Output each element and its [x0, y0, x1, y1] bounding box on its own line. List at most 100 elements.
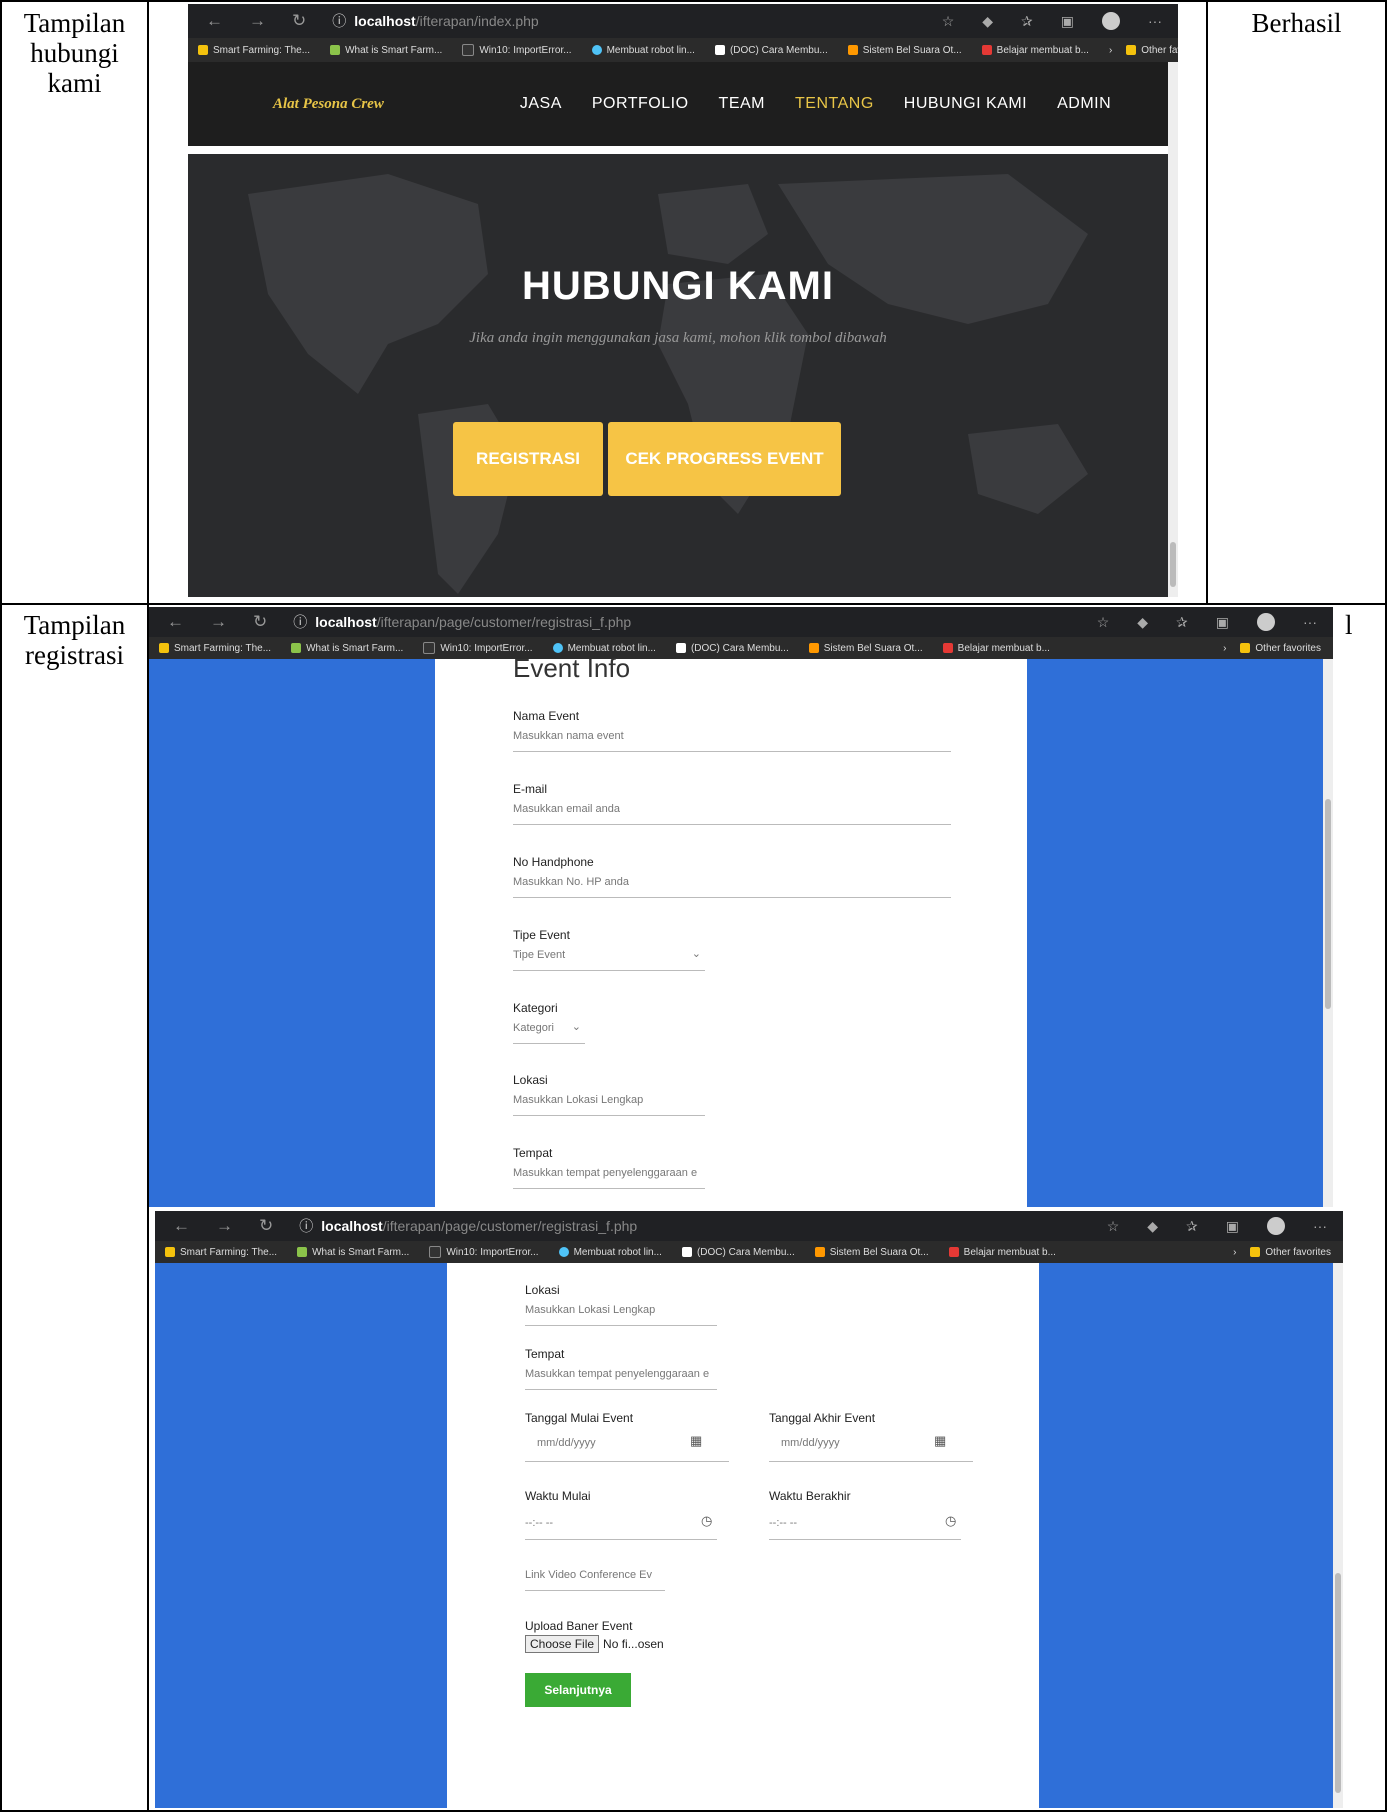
scrollbar-thumb[interactable] — [1170, 542, 1176, 587]
link-video-conference-input[interactable]: Link Video Conference Ev — [525, 1569, 665, 1591]
bookmark-item[interactable]: (DOC) Cara Membu... — [681, 1247, 795, 1258]
chevron-right-icon[interactable]: › — [1233, 1247, 1236, 1258]
bookmark-item[interactable]: Sistem Bel Suara Ot... — [808, 643, 923, 654]
waktu-berakhir-label: Waktu Berakhir — [769, 1489, 851, 1503]
bookmark-item[interactable]: Win10: ImportError... — [462, 44, 572, 56]
back-icon[interactable]: ← — [167, 612, 184, 632]
bookmark-item[interactable]: (DOC) Cara Membu... — [675, 643, 789, 654]
back-icon[interactable]: ← — [173, 1216, 190, 1236]
bookmark-item[interactable]: Membuat robot lin... — [558, 1247, 662, 1258]
menu-admin[interactable]: ADMIN — [1057, 95, 1111, 113]
tipe-event-select[interactable]: Tipe Event ⌄ — [513, 948, 705, 971]
browser-toolbar: ← → ↻ ⓘ localhost/ifterapan/page/custome… — [155, 1211, 1343, 1241]
form-title: Event Info — [513, 653, 631, 683]
scrollbar-thumb[interactable] — [1335, 1573, 1341, 1793]
refresh-icon[interactable]: ↻ — [253, 612, 267, 632]
page-scrollbar[interactable] — [1333, 1263, 1343, 1808]
no-handphone-input[interactable]: Masukkan No. HP anda — [513, 876, 951, 898]
collections-icon[interactable]: ▣ — [1216, 614, 1229, 631]
favorites-icon[interactable]: ✰ — [1176, 614, 1188, 631]
chevron-right-icon[interactable]: › — [1109, 45, 1112, 56]
profile-avatar[interactable] — [1257, 613, 1275, 631]
forward-icon[interactable]: → — [216, 1216, 233, 1236]
address-bar[interactable]: ⓘ localhost/ifterapan/page/customer/regi… — [293, 612, 631, 632]
bookmark-item[interactable]: Smart Farming: The... — [198, 45, 310, 56]
more-icon[interactable]: ··· — [1303, 614, 1317, 630]
address-bar[interactable]: ⓘ localhost/ifterapan/page/customer/regi… — [299, 1216, 637, 1236]
forward-icon[interactable]: → — [249, 11, 266, 31]
chevron-right-icon[interactable]: › — [1223, 643, 1226, 654]
bookmark-item[interactable]: What is Smart Farm... — [291, 643, 403, 654]
email-input[interactable]: Masukkan email anda — [513, 803, 951, 825]
collections-icon[interactable]: ▣ — [1061, 13, 1074, 30]
favorite-star-icon[interactable]: ☆ — [1107, 1218, 1120, 1235]
bookmark-item[interactable]: Sistem Bel Suara Ot... — [814, 1247, 929, 1258]
back-icon[interactable]: ← — [206, 11, 223, 31]
calendar-icon[interactable]: ▦ — [690, 1433, 702, 1449]
favorite-star-icon[interactable]: ☆ — [942, 13, 955, 30]
bookmark-item[interactable]: Smart Farming: The... — [165, 1247, 277, 1258]
page-scrollbar[interactable] — [1323, 659, 1333, 1207]
address-bar[interactable]: ⓘ localhost/ifterapan/index.php — [332, 11, 538, 31]
extension-icon[interactable]: ◆ — [982, 13, 993, 30]
favorites-icon[interactable]: ✰ — [1021, 13, 1033, 30]
waktu-berakhir-input[interactable]: --:-- -- — [769, 1517, 961, 1540]
collections-icon[interactable]: ▣ — [1226, 1218, 1239, 1235]
waktu-mulai-input[interactable]: --:-- -- — [525, 1517, 717, 1540]
calendar-icon[interactable]: ▦ — [934, 1433, 946, 1449]
page-scrollbar[interactable] — [1168, 62, 1178, 597]
menu-portfolio[interactable]: PORTFOLIO — [592, 95, 689, 113]
profile-avatar[interactable] — [1267, 1217, 1285, 1235]
menu-jasa[interactable]: JASA — [520, 95, 562, 113]
other-favorites[interactable]: Other favorites — [1250, 1247, 1331, 1258]
bookmark-item[interactable]: Membuat robot lin... — [591, 45, 695, 56]
bookmark-item[interactable]: Win10: ImportError... — [429, 1246, 539, 1258]
tanggal-akhir-label: Tanggal Akhir Event — [769, 1411, 876, 1425]
lokasi-input[interactable]: Masukkan Lokasi Lengkap — [513, 1094, 705, 1116]
extension-icon[interactable]: ◆ — [1137, 614, 1148, 631]
more-icon[interactable]: ··· — [1313, 1218, 1327, 1234]
clock-icon[interactable]: ◷ — [945, 1513, 956, 1529]
browser-toolbar: ← → ↻ ⓘ localhost/ifterapan/page/custome… — [149, 607, 1333, 637]
refresh-icon[interactable]: ↻ — [292, 11, 306, 31]
site-menu: JASA PORTFOLIO TEAM TENTANG HUBUNGI KAMI… — [520, 95, 1111, 113]
favorites-icon[interactable]: ✰ — [1186, 1218, 1198, 1235]
registrasi-button[interactable]: REGISTRASI — [453, 422, 603, 496]
menu-hubungi-kami[interactable]: HUBUNGI KAMI — [904, 95, 1027, 113]
extension-icon[interactable]: ◆ — [1147, 1218, 1158, 1235]
bookmark-item[interactable]: What is Smart Farm... — [297, 1247, 409, 1258]
file-input[interactable]: Choose File No fi...osen — [525, 1635, 664, 1653]
bookmark-item[interactable]: Smart Farming: The... — [159, 643, 271, 654]
world-map-background — [248, 174, 1088, 594]
bookmark-item[interactable]: Belajar membuat b... — [942, 643, 1050, 654]
bookmark-item[interactable]: (DOC) Cara Membu... — [714, 45, 828, 56]
site-logo[interactable]: Alat Pesona Crew — [273, 96, 384, 113]
bookmark-item[interactable]: Belajar membuat b... — [981, 45, 1089, 56]
bookmark-item[interactable]: Belajar membuat b... — [948, 1247, 1056, 1258]
clock-icon[interactable]: ◷ — [701, 1513, 712, 1529]
tempat-input[interactable]: Masukkan tempat penyelenggaraan e — [525, 1368, 717, 1390]
choose-file-button[interactable]: Choose File — [525, 1635, 600, 1653]
bookmark-item[interactable]: Sistem Bel Suara Ot... — [847, 45, 962, 56]
menu-tentang[interactable]: TENTANG — [795, 95, 874, 113]
tempat-input[interactable]: Masukkan tempat penyelenggaraan e — [513, 1167, 705, 1189]
waktu-mulai-label: Waktu Mulai — [525, 1489, 591, 1503]
kategori-select[interactable]: Kategori ⌄ — [513, 1021, 585, 1044]
favorite-star-icon[interactable]: ☆ — [1097, 614, 1110, 631]
forward-icon[interactable]: → — [210, 612, 227, 632]
lokasi-input[interactable]: Masukkan Lokasi Lengkap — [525, 1304, 717, 1326]
scrollbar-thumb[interactable] — [1325, 799, 1331, 1009]
refresh-icon[interactable]: ↻ — [259, 1216, 273, 1236]
nama-event-input[interactable]: Masukkan nama event — [513, 730, 951, 752]
menu-team[interactable]: TEAM — [719, 95, 765, 113]
hero-title: HUBUNGI KAMI — [522, 264, 834, 308]
more-icon[interactable]: ··· — [1148, 13, 1162, 29]
bookmark-item[interactable]: Membuat robot lin... — [552, 643, 656, 654]
profile-avatar[interactable] — [1102, 12, 1120, 30]
bookmark-item[interactable]: What is Smart Farm... — [330, 45, 442, 56]
selanjutnya-button[interactable]: Selanjutnya — [525, 1673, 631, 1707]
cek-progress-button[interactable]: CEK PROGRESS EVENT — [608, 422, 841, 496]
other-favorites[interactable]: Other favorites — [1240, 643, 1321, 654]
other-favorites[interactable]: Other favorites — [1126, 45, 1178, 56]
date-placeholder: mm/dd/yyyy — [781, 1437, 840, 1449]
